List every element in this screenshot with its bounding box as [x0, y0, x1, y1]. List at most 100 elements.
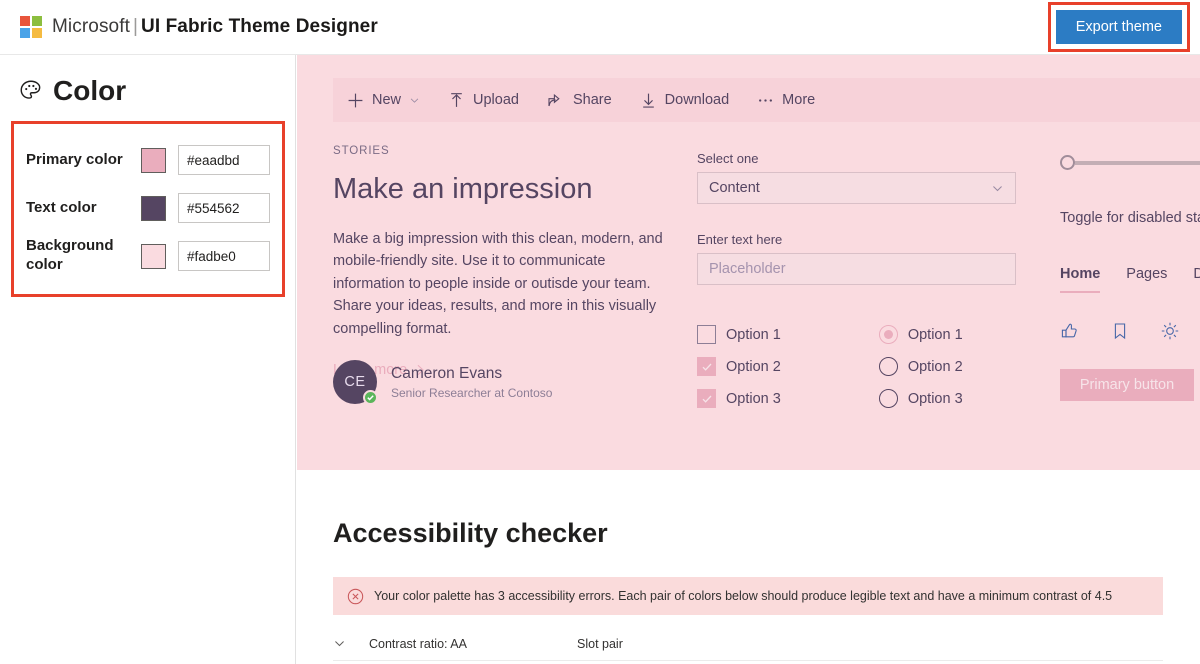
checkbox-checked-icon	[697, 389, 716, 408]
radio-group: Option 1 Option 2 Option 3	[878, 325, 963, 408]
sidebar-title-text: Color	[53, 75, 127, 106]
text-color-input[interactable]	[178, 193, 270, 223]
share-icon	[548, 93, 560, 106]
pivot-item-documents[interactable]: Do	[1193, 266, 1200, 291]
text-color-swatch[interactable]	[141, 195, 166, 221]
radio-selected-icon	[878, 325, 898, 344]
chevron-down-icon	[993, 185, 1002, 191]
add-icon	[348, 93, 363, 107]
radio-label: Option 2	[907, 358, 963, 375]
radio-label: Option 3	[907, 390, 963, 407]
hero-section: STORIES Make an impression Make a big im…	[333, 145, 663, 379]
hero-eyebrow: STORIES	[333, 145, 390, 157]
column-slot-pair: Slot pair	[577, 636, 623, 651]
brightness-icon[interactable]	[1160, 321, 1180, 341]
select-label: Select one	[697, 151, 759, 166]
error-message-bar: Your color palette has 3 accessibility e…	[333, 577, 1163, 615]
command-upload-label: Upload	[473, 92, 519, 108]
chevron-down-icon	[410, 97, 419, 103]
more-icon	[759, 98, 773, 102]
select-value: Content	[709, 180, 760, 196]
radio-icon	[878, 389, 898, 408]
app-header: Microsoft | UI Fabric Theme Designer Expor…	[0, 0, 1200, 55]
checkbox-group: Option 1 Option 2 Option 3	[697, 325, 781, 408]
slider-track[interactable]	[1075, 160, 1200, 165]
brand-separator: |	[132, 16, 139, 37]
command-bar: New Upload Share Download More	[333, 78, 1200, 122]
primary-button[interactable]: Primary button	[1060, 369, 1194, 401]
color-row-primary: Primary color	[26, 138, 270, 182]
form-column: Select one Content Enter text here Place…	[697, 151, 1017, 285]
persona-name: Cameron Evans	[391, 364, 503, 382]
error-icon	[347, 588, 364, 604]
color-sidebar: Color Primary color Text color Backgroun…	[0, 55, 296, 664]
icon-button-row	[1060, 321, 1200, 341]
slider-control[interactable]	[1060, 155, 1200, 170]
avatar: CE	[333, 360, 378, 405]
brand-area: Microsoft | UI Fabric Theme Designer	[20, 16, 378, 38]
text-color-label: Text color	[26, 198, 97, 216]
sidebar-heading: Color	[18, 75, 295, 107]
primary-color-swatch[interactable]	[141, 147, 166, 173]
checkbox-label: Option 1	[726, 326, 781, 343]
radio-option-1[interactable]: Option 1	[878, 325, 963, 344]
checkbox-option-1[interactable]: Option 1	[697, 325, 781, 344]
accessibility-checker-section: Accessibility checker Your color palette…	[297, 470, 1200, 661]
column-contrast-ratio: Contrast ratio: AA	[369, 636, 467, 651]
command-more-label: More	[782, 92, 816, 108]
pivot-item-home[interactable]: Home	[1060, 266, 1101, 293]
checkbox-checked-icon	[697, 357, 716, 376]
presence-available-icon	[363, 390, 378, 405]
radio-icon	[878, 357, 898, 376]
download-icon	[642, 93, 654, 108]
select-one-dropdown[interactable]: Content	[697, 172, 1016, 204]
checkbox-label: Option 3	[726, 390, 781, 407]
color-controls-group: Primary color Text color Background colo…	[11, 121, 285, 297]
command-new[interactable]: New	[333, 78, 434, 122]
radio-option-2[interactable]: Option 2	[878, 357, 963, 376]
slider-thumb[interactable]	[1060, 155, 1075, 170]
bookmark-icon[interactable]	[1110, 321, 1130, 341]
primary-color-input[interactable]	[178, 145, 270, 175]
checkbox-option-2[interactable]: Option 2	[697, 357, 781, 376]
checkbox-label: Option 2	[726, 358, 781, 375]
persona-card: CE Cameron Evans Senior Researcher at Co…	[333, 360, 552, 405]
primary-color-label: Primary color	[26, 150, 123, 168]
chevron-down-icon	[335, 641, 344, 647]
command-upload[interactable]: Upload	[434, 78, 533, 122]
checker-title: Accessibility checker	[333, 518, 608, 548]
command-share-label: Share	[572, 92, 612, 108]
radio-option-3[interactable]: Option 3	[878, 389, 963, 408]
pivot-item-pages[interactable]: Pages	[1126, 266, 1167, 291]
theme-designer-app: Microsoft | UI Fabric Theme Designer Expor…	[0, 0, 1200, 664]
right-column: Toggle for disabled state Home Pages Do …	[1060, 151, 1200, 401]
toggle-label: Toggle for disabled state	[1060, 210, 1200, 226]
command-more[interactable]: More	[743, 78, 829, 122]
expand-collapse-toggle[interactable]	[333, 637, 369, 650]
checkbox-option-3[interactable]: Option 3	[697, 389, 781, 408]
color-row-background: Background color	[26, 234, 270, 278]
command-download[interactable]: Download	[626, 78, 744, 122]
background-color-swatch[interactable]	[141, 243, 166, 269]
palette-icon	[20, 80, 41, 99]
results-table-header: Contrast ratio: AA Slot pair	[333, 627, 1163, 661]
color-row-text: Text color	[26, 186, 270, 230]
choice-groups: Option 1 Option 2 Option 3 Option 1 Opti…	[697, 325, 963, 408]
product-name: UI Fabric Theme Designer	[141, 16, 378, 37]
command-download-label: Download	[664, 92, 730, 108]
radio-label: Option 1	[907, 326, 963, 343]
upload-icon	[451, 92, 462, 107]
checkbox-icon	[697, 325, 716, 344]
background-color-label: Background color	[26, 237, 114, 273]
pivot-nav: Home Pages Do	[1060, 266, 1200, 293]
background-color-input[interactable]	[178, 241, 270, 271]
theme-preview-pane: New Upload Share Download More STORIES M…	[297, 55, 1200, 470]
command-new-label: New	[372, 92, 402, 108]
command-share[interactable]: Share	[533, 78, 626, 122]
microsoft-logo-icon	[20, 16, 42, 38]
text-input[interactable]: Placeholder	[697, 253, 1016, 285]
export-theme-highlight: Export theme	[1047, 2, 1190, 52]
thumbs-up-icon[interactable]	[1060, 321, 1080, 341]
hero-heading: Make an impression	[333, 173, 593, 205]
export-theme-button[interactable]: Export theme	[1055, 10, 1182, 44]
